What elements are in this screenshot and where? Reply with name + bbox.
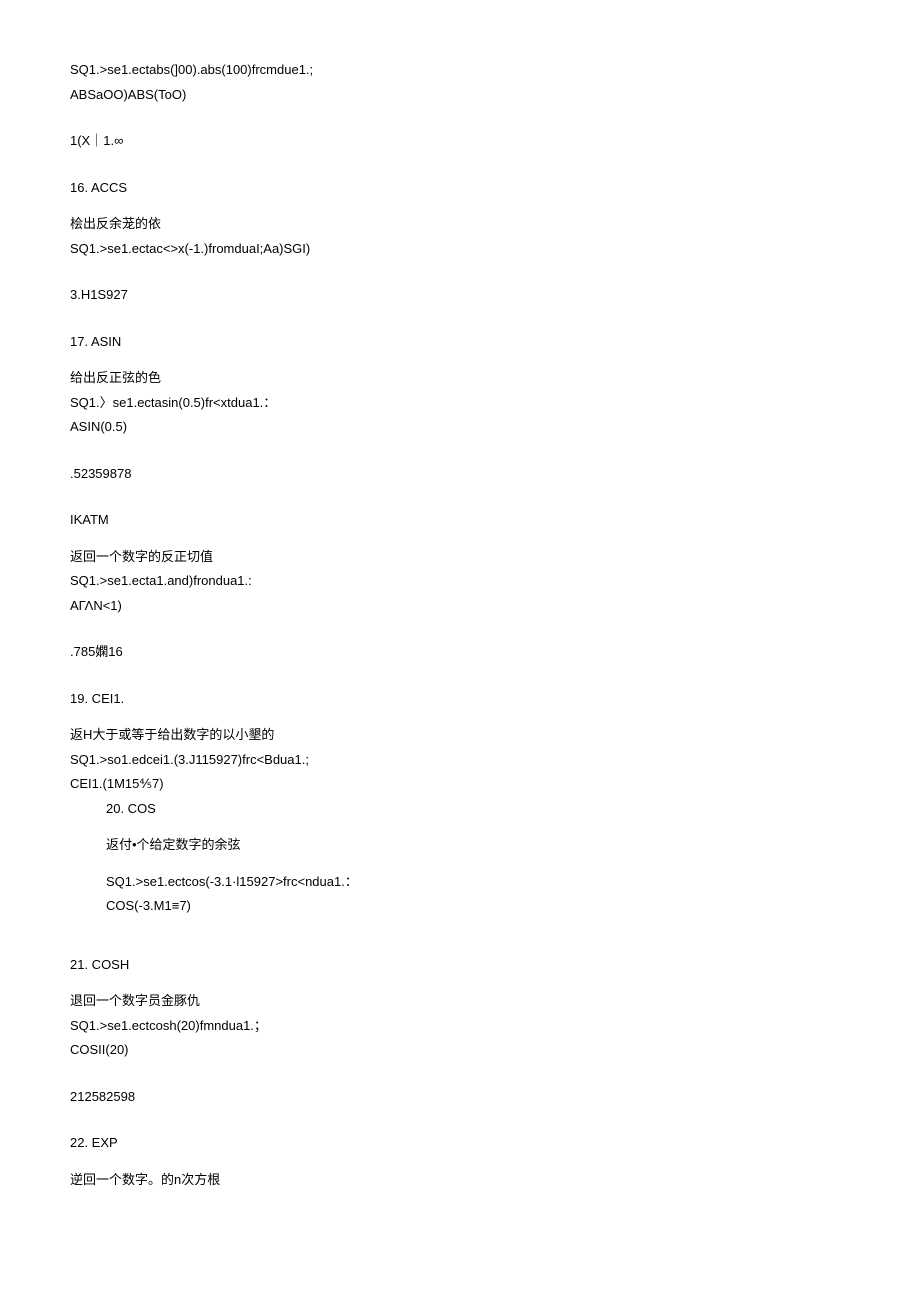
code-line: SQ1.〉se1.ectasin(0.5)fr<xtdua1.： <box>70 393 850 413</box>
code-line: AΓΛN<1) <box>70 596 850 616</box>
output-line: .52359878 <box>70 464 850 484</box>
section-heading: 17. ASIN <box>70 332 850 352</box>
section-desc: 返H大于或等于给出数字的以小墾的 <box>70 725 850 745</box>
section-heading: 21. COSH <box>70 955 850 975</box>
code-line: 1(X｜1.∞ <box>70 131 850 151</box>
output-line: CEI1.(1M15⅘7) <box>70 774 850 794</box>
section-heading: 20. COS <box>106 799 850 819</box>
section-heading: 16. ACCS <box>70 178 850 198</box>
section-heading: IKATM <box>70 510 850 530</box>
code-line: SQ1.>so1.edcei1.(3.J115927)frc<Bdua1.; <box>70 750 850 770</box>
section-desc: 返回一个数字的反正切值 <box>70 547 850 567</box>
output-line: 3.H1S927 <box>70 285 850 305</box>
code-line: SQ1.>se1.ectcosh(20)fmndua1.； <box>70 1016 850 1036</box>
code-line: COSII(20) <box>70 1040 850 1060</box>
code-line: SQ1.>se1.ectabs(]00).abs(100)frcmdue1.; <box>70 60 850 80</box>
code-line: ABSaOO)ABS(ToO) <box>70 85 850 105</box>
code-line: ASIN(0.5) <box>70 417 850 437</box>
section-desc: 逆回一个数字。的n次方根 <box>70 1170 850 1190</box>
code-line: SQ1.>se1.ectcos(-3.1·l15927>frc<ndua1.： <box>106 872 850 892</box>
section-heading: 22. EXP <box>70 1133 850 1153</box>
section-heading: 19. CEI1. <box>70 689 850 709</box>
code-line: SQ1.>se1.ecta1.and)frondua1.: <box>70 571 850 591</box>
section-desc: 桧出反余茏的依 <box>70 214 850 234</box>
output-line: 212582598 <box>70 1087 850 1107</box>
output-line: COS(-3.M1≡7) <box>106 896 850 916</box>
output-line: .785嫻16 <box>70 642 850 662</box>
code-line: SQ1.>se1.ectac<>x(-1.)fromduaI;Aa)SGI) <box>70 239 850 259</box>
section-desc: 给出反正弦的色 <box>70 368 850 388</box>
section-desc: 返付•个给定数字的余弦 <box>106 835 850 855</box>
section-desc: 退回一个数字员金豚仇 <box>70 991 850 1011</box>
